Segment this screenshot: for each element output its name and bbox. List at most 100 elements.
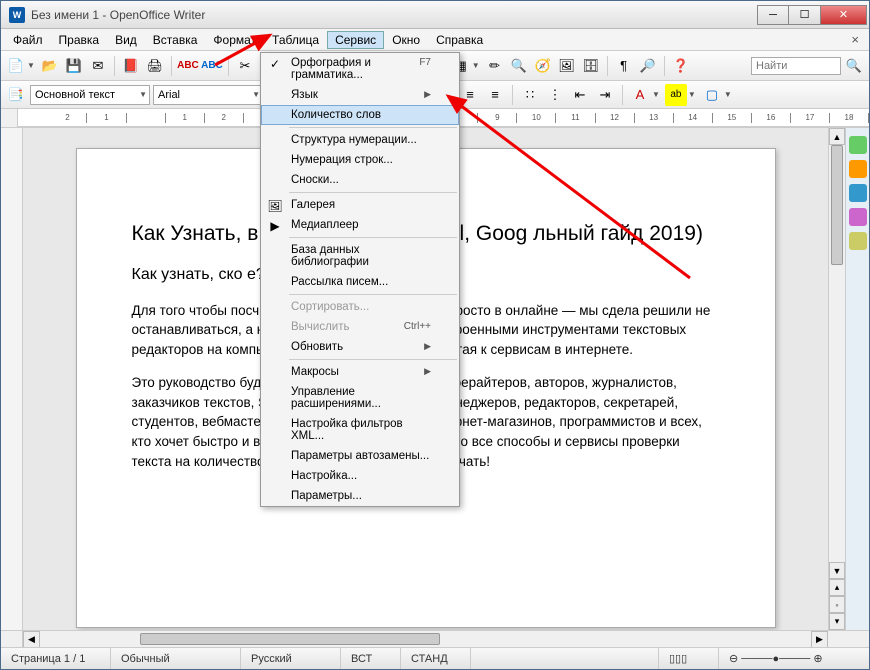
search-next-button[interactable]: 🔍 [843,55,865,77]
gallery-button[interactable]: 🖼 [556,55,578,77]
app-icon: W [9,7,25,23]
styles-button[interactable]: 📑 [5,84,27,106]
dropdown-item-8[interactable]: 🖼Галерея [261,195,459,215]
dropdown-item-19[interactable]: Управление расширениями... [261,382,459,414]
dropdown-item-label: Нумерация строк... [291,154,393,166]
email-button[interactable]: ✉ [87,55,109,77]
scroll-down-button[interactable]: ▼ [829,562,845,579]
menu-help[interactable]: Справка [428,31,491,49]
help-button[interactable]: ❓ [670,55,692,77]
status-selection-mode[interactable]: СТАНД [401,648,471,669]
paragraph-style-combo[interactable]: Основной текст▼ [30,85,150,105]
dropdown-item-label: Настройка... [291,470,357,482]
menubar-close-doc[interactable]: × [845,32,865,47]
dropdown-item-2[interactable]: Количество слов [261,105,459,125]
menu-insert[interactable]: Вставка [145,31,206,49]
font-value: Arial [158,89,180,101]
new-button[interactable]: 📄 [5,55,27,77]
dropdown-item-12[interactable]: Рассылка писем... [261,272,459,292]
outdent-button[interactable]: ⇤ [569,84,591,106]
dropdown-item-0[interactable]: ✓Орфография и грамматика...F7 [261,53,459,85]
scroll-left-button[interactable]: ◀ [23,631,40,648]
cut-button[interactable]: ✂ [234,55,256,77]
scroll-right-button[interactable]: ▶ [811,631,828,648]
datasources-button[interactable]: 🗄 [580,55,602,77]
sidebar-navigator-icon[interactable] [849,208,867,226]
bg-color-button[interactable]: ▢ [701,84,723,106]
dropdown-item-22[interactable]: Настройка... [261,466,459,486]
submenu-arrow-icon: ▶ [424,366,431,378]
next-page-button[interactable]: ▾ [829,613,845,630]
status-empty [471,648,659,669]
dropdown-item-18[interactable]: Макросы ▶ [261,362,459,382]
vertical-ruler[interactable] [1,128,23,630]
status-zoom[interactable]: ⊖ ────●──── ⊕ [719,648,869,669]
print-button[interactable]: 🖨 [144,55,166,77]
font-color-button[interactable]: A [629,84,651,106]
justify-button[interactable]: ≡ [484,84,506,106]
status-insert-mode[interactable]: ВСТ [341,648,401,669]
menu-file[interactable]: Файл [5,31,51,49]
sidebar-styles-icon[interactable] [849,160,867,178]
dropdown-item-21[interactable]: Параметры автозамены... [261,446,459,466]
menu-tools[interactable]: Сервис [327,31,384,49]
scroll-thumb-h[interactable] [140,633,440,645]
maximize-button[interactable]: ☐ [789,5,821,25]
menu-table[interactable]: Таблица [264,31,327,49]
dropdown-item-23[interactable]: Параметры... [261,486,459,506]
highlight-button[interactable]: ab [665,84,687,106]
menubar: Файл Правка Вид Вставка Формат Таблица С… [1,29,869,51]
nav-button[interactable]: ◦ [829,596,845,613]
sidebar-gallery-icon[interactable] [849,184,867,202]
dropdown-item-6[interactable]: Сноски... [261,170,459,190]
dropdown-item-label: Макросы [291,366,339,378]
vertical-scrollbar[interactable]: ▲ ▼ ▴ ◦ ▾ [828,128,845,630]
dropdown-item-5[interactable]: Нумерация строк... [261,150,459,170]
menu-format[interactable]: Формат [205,31,264,49]
minimize-button[interactable]: ─ [757,5,789,25]
sidebar-functions-icon[interactable] [849,232,867,250]
indent-button[interactable]: ⇥ [594,84,616,106]
prev-page-button[interactable]: ▴ [829,579,845,596]
zoom-button[interactable]: 🔎 [637,55,659,77]
dropdown-item-11[interactable]: База данных библиографии [261,240,459,272]
auto-spell-button[interactable]: ABC [201,55,223,77]
dropdown-item-1[interactable]: Язык▶ [261,85,459,105]
menu-view[interactable]: Вид [107,31,145,49]
menu-edit[interactable]: Правка [51,31,108,49]
sidebar-properties-icon[interactable] [849,136,867,154]
bullet-list-button[interactable]: ⋮ [544,84,566,106]
submenu-arrow-icon: ▶ [424,89,431,101]
dropdown-item-9[interactable]: ▶Медиаплеер [261,215,459,235]
align-right-button[interactable]: ≡ [459,84,481,106]
scroll-track-v[interactable] [829,145,845,562]
find-button[interactable]: 🔍 [508,55,530,77]
export-pdf-button[interactable]: 📕 [120,55,142,77]
dropdown-shortcut: F7 [419,57,431,81]
dropdown-item-20[interactable]: Настройка фильтров XML... [261,414,459,446]
navigator-button[interactable]: 🧭 [532,55,554,77]
status-page[interactable]: Страница 1 / 1 [1,648,111,669]
horizontal-scrollbar[interactable]: ◀ ▶ [1,630,869,647]
paragraph-style-value: Основной текст [35,89,115,101]
numbered-list-button[interactable]: ∷ [519,84,541,106]
dropdown-item-4[interactable]: Структура нумерации... [261,130,459,150]
close-button[interactable]: ✕ [821,5,867,25]
scroll-track-h[interactable] [40,631,811,647]
submenu-arrow-icon: ▶ [424,341,431,353]
search-input[interactable] [751,57,841,75]
scroll-up-button[interactable]: ▲ [829,128,845,145]
nonprint-button[interactable]: ¶ [613,55,635,77]
scroll-thumb-v[interactable] [831,145,843,265]
draw-button[interactable]: ✏ [484,55,506,77]
status-style[interactable]: Обычный [111,648,241,669]
status-view-layout[interactable]: ▯▯▯ [659,648,719,669]
dropdown-item-label: Сноски... [291,174,339,186]
open-button[interactable]: 📂 [39,55,61,77]
save-button[interactable]: 💾 [63,55,85,77]
menu-window[interactable]: Окно [384,31,428,49]
font-combo[interactable]: Arial▼ [153,85,263,105]
spellcheck-button[interactable]: ABC [177,55,199,77]
dropdown-item-16[interactable]: Обновить▶ [261,337,459,357]
status-lang[interactable]: Русский [241,648,341,669]
